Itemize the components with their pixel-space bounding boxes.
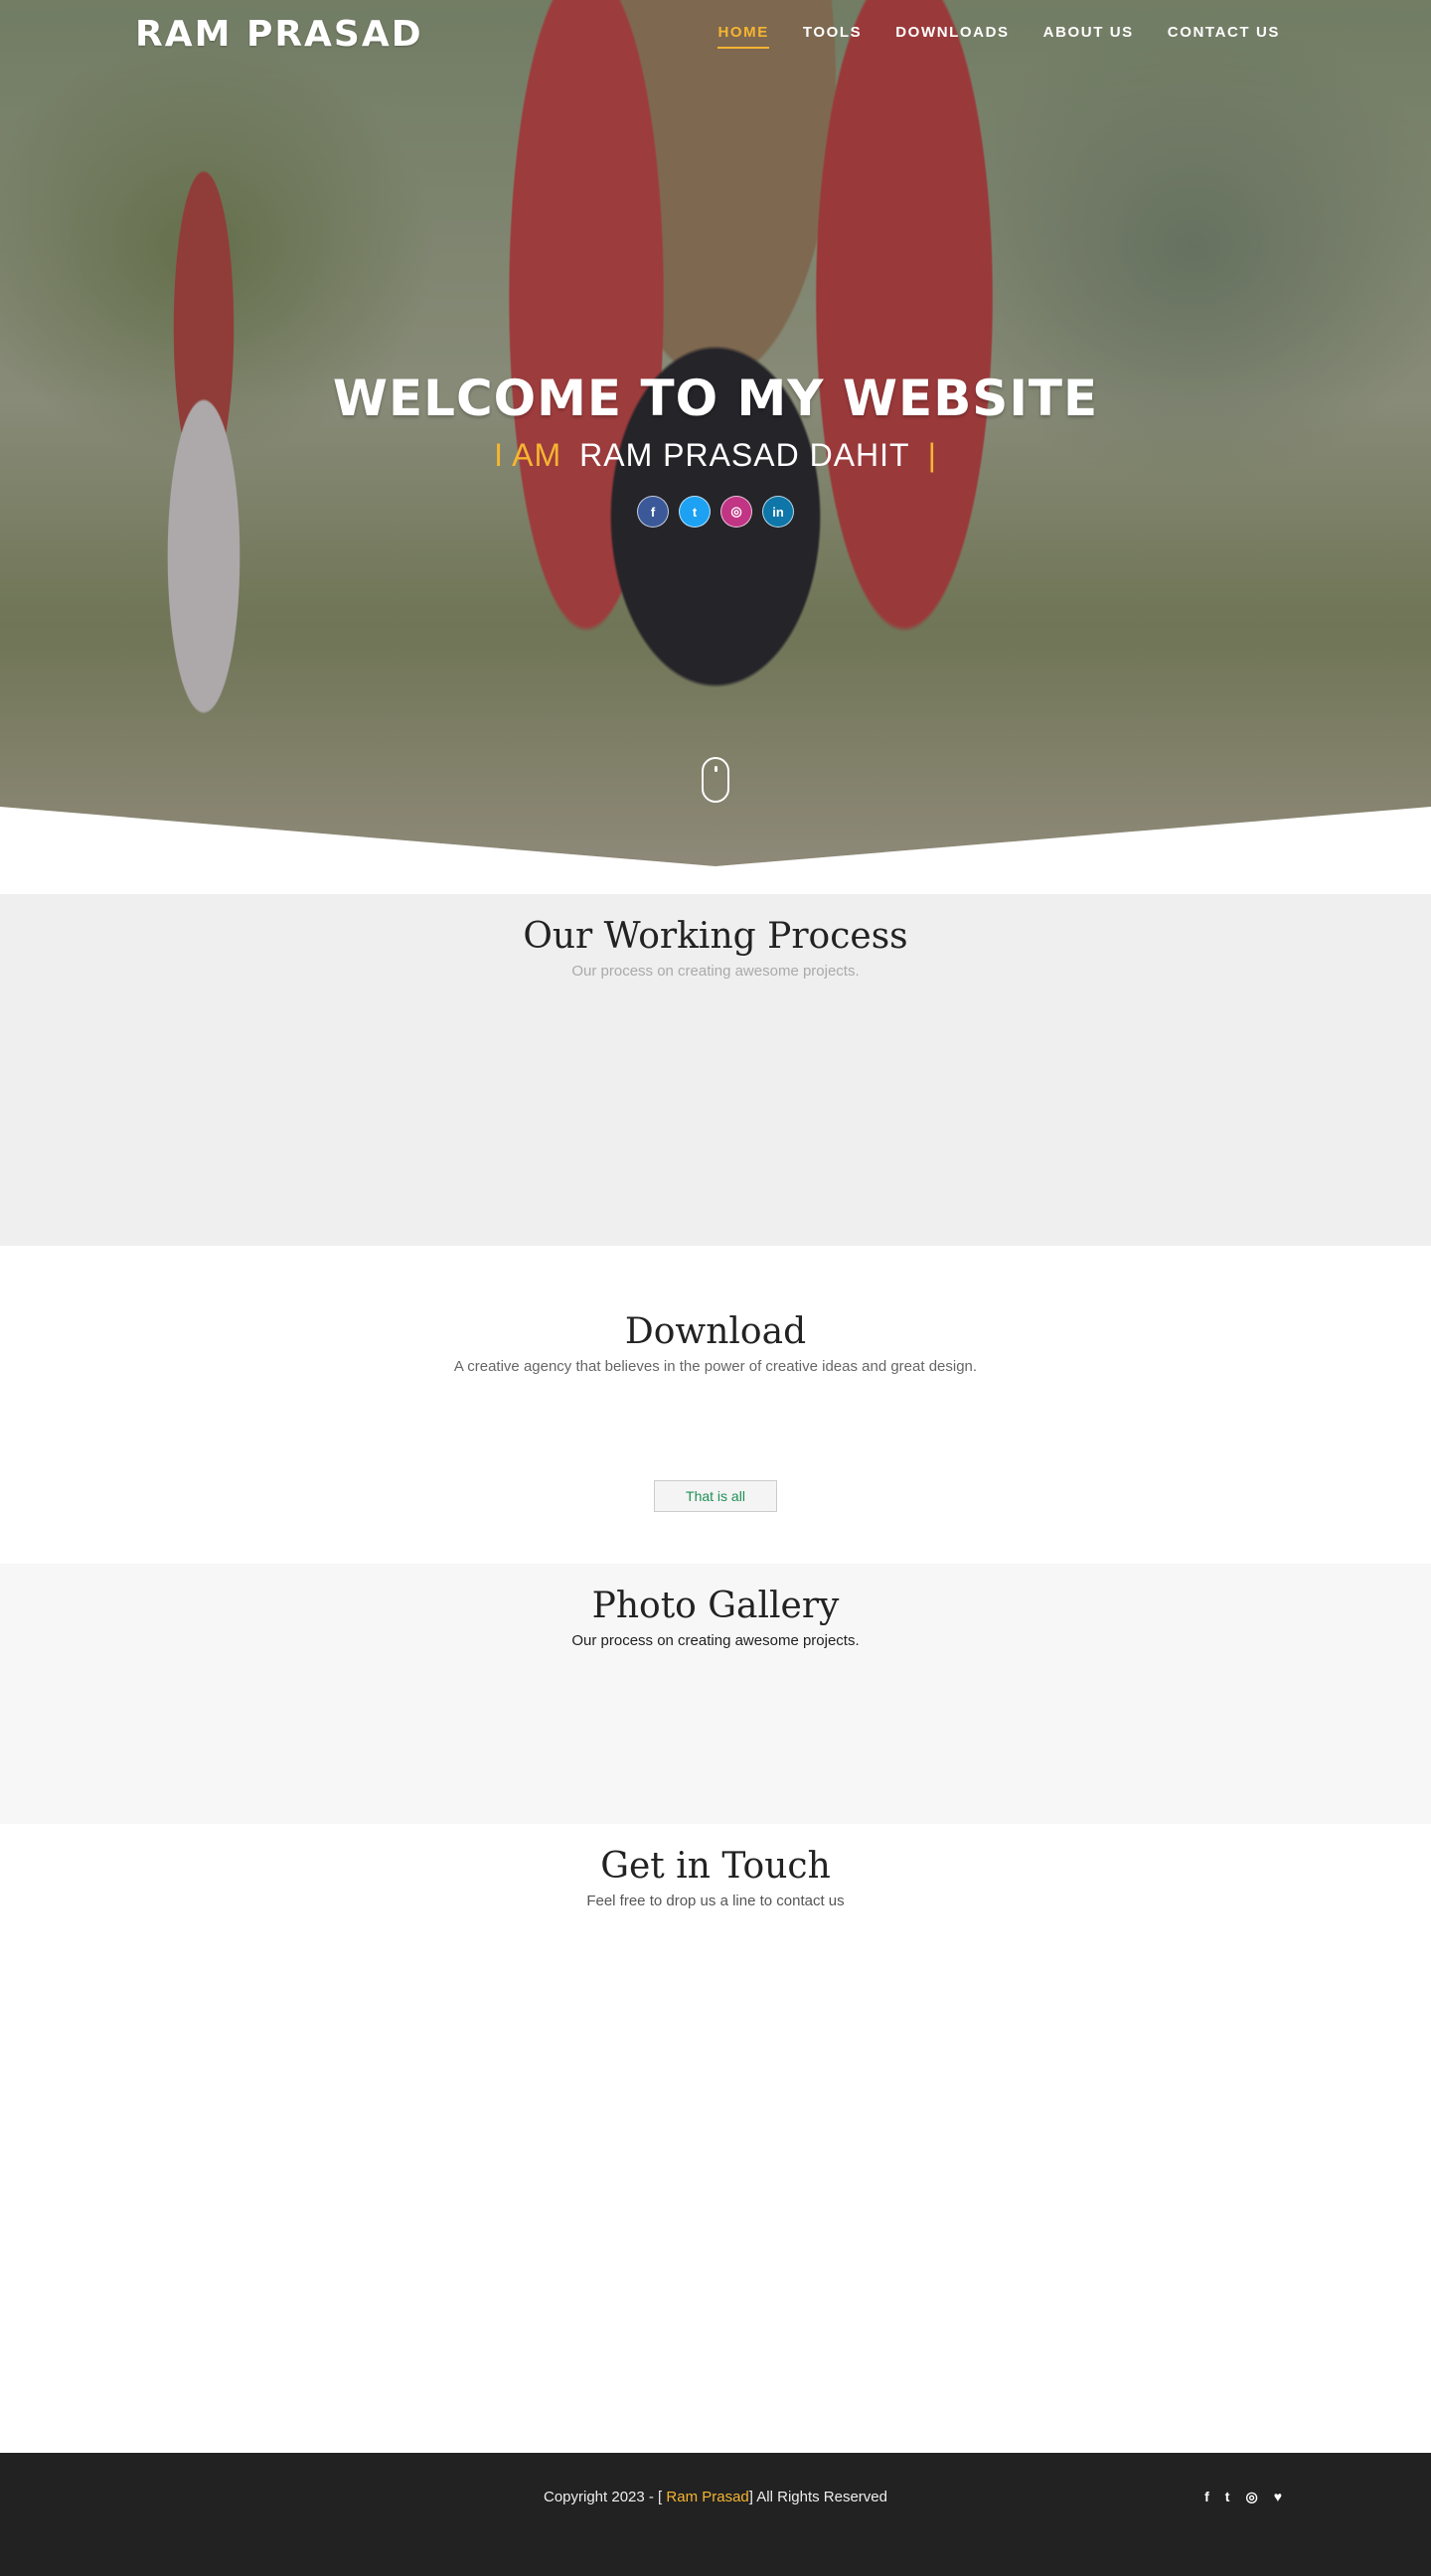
- top-navigation: RAM PRASAD HOME TOOLS DOWNLOADS ABOUT US…: [0, 0, 1431, 70]
- linkedin-icon[interactable]: in: [762, 496, 794, 528]
- download-subtitle: A creative agency that believes in the p…: [453, 1358, 978, 1375]
- hero-section: RAM PRASAD HOME TOOLS DOWNLOADS ABOUT US…: [0, 0, 1431, 894]
- twitter-icon[interactable]: t: [1225, 2489, 1230, 2505]
- heart-icon[interactable]: ♥: [1274, 2489, 1282, 2505]
- site-footer: Copyright 2023 - [ Ram Prasad] All Right…: [0, 2453, 1431, 2576]
- hero-social-links: f t ◎ in: [0, 496, 1431, 528]
- contact-section: Get in Touch Feel free to drop us a line…: [0, 1824, 1431, 2453]
- gallery-subtitle: Our process on creating awesome projects…: [571, 1632, 860, 1649]
- working-process-section: Our Working Process Our process on creat…: [0, 894, 1431, 1246]
- nav-tools[interactable]: TOOLS: [803, 24, 862, 49]
- facebook-icon[interactable]: f: [1204, 2489, 1209, 2505]
- instagram-icon[interactable]: ◎: [1245, 2489, 1257, 2505]
- gallery-title: Photo Gallery: [591, 1586, 840, 1626]
- hero-content: WELCOME TO MY WEBSITE I AM RAM PRASAD DAH…: [0, 370, 1431, 528]
- footer-social-links: f t ◎ ♥: [1204, 2489, 1282, 2505]
- copyright-suffix: ] All Rights Reserved: [748, 2489, 887, 2505]
- typing-cursor: |: [927, 437, 937, 473]
- hero-name: RAM PRASAD DAHIT: [579, 437, 910, 473]
- photo-gallery-section: Photo Gallery Our process on creating aw…: [0, 1564, 1431, 1824]
- instagram-icon[interactable]: ◎: [720, 496, 752, 528]
- nav-about-us[interactable]: ABOUT US: [1043, 24, 1134, 49]
- nav-downloads[interactable]: DOWNLOADS: [895, 24, 1009, 49]
- hero-prefix: I AM: [494, 437, 562, 473]
- scroll-down-icon[interactable]: [702, 757, 729, 803]
- nav-contact-us[interactable]: CONTACT US: [1168, 24, 1280, 49]
- that-is-all-button[interactable]: That is all: [654, 1480, 777, 1512]
- main-menu: HOME TOOLS DOWNLOADS ABOUT US CONTACT US: [717, 24, 1280, 49]
- contact-title: Get in Touch: [600, 1846, 831, 1887]
- download-section: Download A creative agency that believes…: [0, 1246, 1431, 1564]
- download-title: Download: [624, 1311, 807, 1352]
- hero-title: WELCOME TO MY WEBSITE: [332, 370, 1099, 427]
- facebook-icon[interactable]: f: [637, 496, 669, 528]
- hero-subtitle: I AM RAM PRASAD DAHIT |: [0, 437, 1431, 474]
- site-brand[interactable]: RAM PRASAD: [135, 14, 423, 55]
- copyright-name-link[interactable]: Ram Prasad: [666, 2489, 748, 2505]
- nav-home[interactable]: HOME: [717, 24, 769, 49]
- twitter-icon[interactable]: t: [679, 496, 711, 528]
- process-title: Our Working Process: [523, 916, 908, 957]
- process-subtitle: Our process on creating awesome projects…: [571, 963, 860, 980]
- contact-subtitle: Feel free to drop us a line to contact u…: [586, 1893, 845, 1909]
- copyright-prefix: Copyright 2023 - [: [543, 2489, 667, 2505]
